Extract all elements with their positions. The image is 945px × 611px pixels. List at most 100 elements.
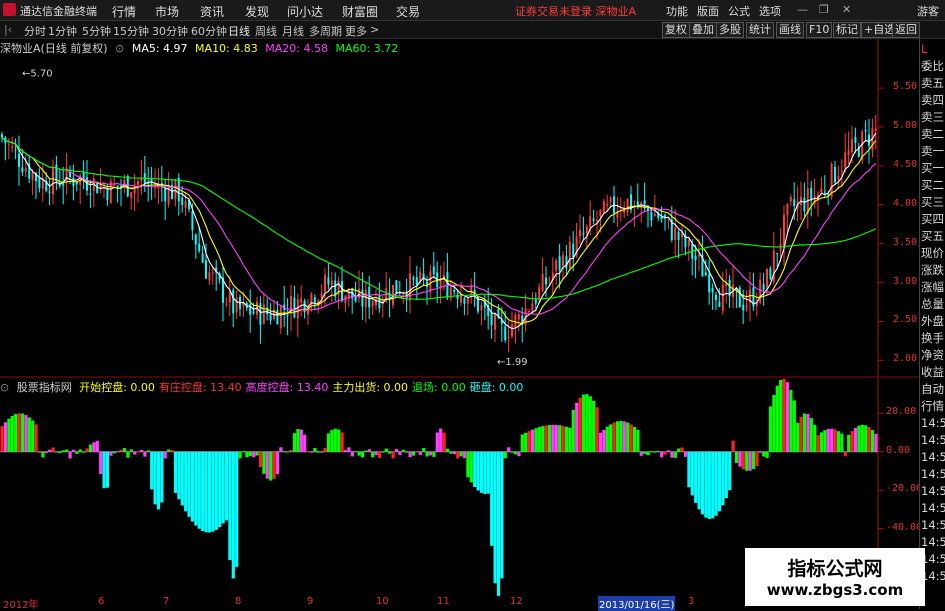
side-panel-item[interactable]: 买五: [921, 228, 945, 244]
prev-arrow-icon[interactable]: |‹: [4, 23, 12, 36]
side-panel-item[interactable]: 买二: [921, 177, 945, 193]
side-panel-item[interactable]: 14:50: [921, 449, 945, 465]
multi-stock-button[interactable]: 多股: [716, 22, 744, 38]
restore-icon[interactable]: ❐: [819, 3, 829, 16]
indicator-bar: [860, 424, 864, 452]
candle-body: [596, 220, 598, 222]
menu-xuanxiang[interactable]: 选项: [759, 3, 781, 19]
side-panel-item[interactable]: 总量: [921, 296, 945, 312]
indicator-bar: [41, 451, 45, 458]
tab-1min[interactable]: 1分钟: [48, 23, 77, 39]
side-panel-item[interactable]: 卖四: [921, 92, 945, 108]
side-panel-item[interactable]: 净资: [921, 347, 945, 363]
side-panel-item[interactable]: 换手: [921, 330, 945, 346]
side-panel-item[interactable]: 买三: [921, 194, 945, 210]
side-panel-item[interactable]: 自动: [921, 381, 945, 397]
menu-faxian[interactable]: 发现: [245, 3, 269, 20]
f10-button[interactable]: F10: [806, 22, 833, 38]
tab-more[interactable]: 更多: [345, 23, 367, 39]
candle-body: [840, 170, 843, 172]
side-panel-item[interactable]: 14:50: [921, 500, 945, 516]
side-panel-item[interactable]: 委比: [921, 58, 945, 74]
side-panel-item[interactable]: 14:50: [921, 483, 945, 499]
indicator-bar: [636, 429, 640, 452]
indicator-bar: [724, 451, 728, 499]
menu-caifuquan[interactable]: 财富圈: [342, 3, 378, 20]
close-icon[interactable]: ✕: [842, 3, 851, 16]
tab-multi-period[interactable]: 多周期: [309, 23, 342, 39]
mark-button[interactable]: 标记: [833, 22, 861, 38]
statistics-button[interactable]: 统计: [746, 22, 774, 38]
back-button[interactable]: 返回: [892, 22, 920, 38]
side-panel-item[interactable]: 卖二: [921, 126, 945, 142]
indicator-bar: [279, 447, 283, 452]
side-panel-item[interactable]: 14:50: [921, 415, 945, 431]
login-alert[interactable]: 证券交易未登录 深物业A: [515, 3, 636, 19]
indicator-legend-item: 高度控盘: 13.40: [245, 381, 329, 394]
indicator-toggle-icon[interactable]: ⊙: [0, 381, 9, 394]
kline-chart[interactable]: ←5.70 ←1.99: [0, 39, 919, 596]
watermark-url: www.zbgs3.com: [766, 581, 904, 599]
menu-shichang[interactable]: 市场: [155, 3, 179, 20]
tab-5min[interactable]: 5分钟: [82, 23, 111, 39]
side-panel-item[interactable]: 外盘: [921, 313, 945, 329]
minimize-icon[interactable]: —: [797, 3, 808, 16]
indicator-bar: [741, 451, 745, 470]
side-panel-item[interactable]: 14:50: [921, 432, 945, 448]
side-panel-item[interactable]: 买四: [921, 211, 945, 227]
menu-banmian[interactable]: 版面: [697, 3, 719, 19]
candle-body: [582, 233, 585, 235]
side-panel-item[interactable]: L: [921, 41, 945, 57]
candle-body: [38, 177, 41, 188]
price-tick-label: 3.50: [893, 236, 918, 248]
side-panel-item[interactable]: 14:50: [921, 517, 945, 533]
legend-toggle-icon[interactable]: ⊙: [115, 42, 124, 55]
candle-body: [517, 313, 520, 320]
candle-body: [810, 187, 813, 201]
candle-body: [154, 187, 156, 189]
tab-daily[interactable]: 日线: [228, 23, 250, 39]
menu-gongneng[interactable]: 功能: [666, 3, 688, 19]
indicator-bar: [275, 451, 280, 474]
side-panel-item[interactable]: 14:50: [921, 466, 945, 482]
side-panel-item[interactable]: 涨幅: [921, 279, 945, 295]
menu-jiaoyi[interactable]: 交易: [396, 3, 420, 20]
indicator-bar: [333, 428, 337, 452]
side-panel-item[interactable]: 行情: [921, 398, 945, 414]
more-chevron-icon[interactable]: >: [370, 23, 379, 36]
candle-body: [21, 167, 24, 173]
ma10-line: [1, 137, 877, 325]
side-panel-item[interactable]: 涨跌: [921, 262, 945, 278]
indicator-bar: [54, 451, 59, 453]
price-tick-label: 4.50: [893, 158, 918, 170]
time-label: 7: [163, 596, 170, 607]
indicator-bar: [775, 385, 779, 452]
side-panel-item[interactable]: 收益: [921, 364, 945, 380]
tab-30min[interactable]: 30分钟: [152, 23, 188, 39]
candle-body: [99, 184, 102, 191]
side-panel-item[interactable]: 卖三: [921, 109, 945, 125]
tab-60min[interactable]: 60分钟: [191, 23, 227, 39]
tab-fenshi[interactable]: 分时: [24, 23, 46, 39]
indicator-bar: [65, 449, 69, 452]
overlay-button[interactable]: 叠加: [689, 22, 717, 38]
tab-15min[interactable]: 15分钟: [113, 23, 149, 39]
side-panel-item[interactable]: 卖一: [921, 143, 945, 159]
draw-line-button[interactable]: 画线: [776, 22, 804, 38]
side-panel-item[interactable]: 现价: [921, 245, 945, 261]
tab-weekly[interactable]: 周线: [255, 23, 277, 39]
restore-rights-button[interactable]: 复权: [662, 22, 690, 38]
menu-gongshi[interactable]: 公式: [728, 3, 750, 19]
indicator-bar: [768, 406, 773, 452]
indicator-bar: [530, 429, 535, 452]
tab-monthly[interactable]: 月线: [282, 23, 304, 39]
guest-label[interactable]: 游客: [917, 3, 939, 19]
indicator-bar: [381, 451, 385, 453]
menu-zixun[interactable]: 资讯: [200, 3, 224, 20]
indicator-bar: [867, 427, 871, 452]
side-panel-item[interactable]: 买一: [921, 160, 945, 176]
menu-wenxiaoda[interactable]: 问小达: [287, 3, 323, 20]
indicator-bar: [500, 451, 504, 579]
menu-hangqing[interactable]: 行情: [112, 3, 136, 20]
side-panel-item[interactable]: 卖五: [921, 75, 945, 91]
